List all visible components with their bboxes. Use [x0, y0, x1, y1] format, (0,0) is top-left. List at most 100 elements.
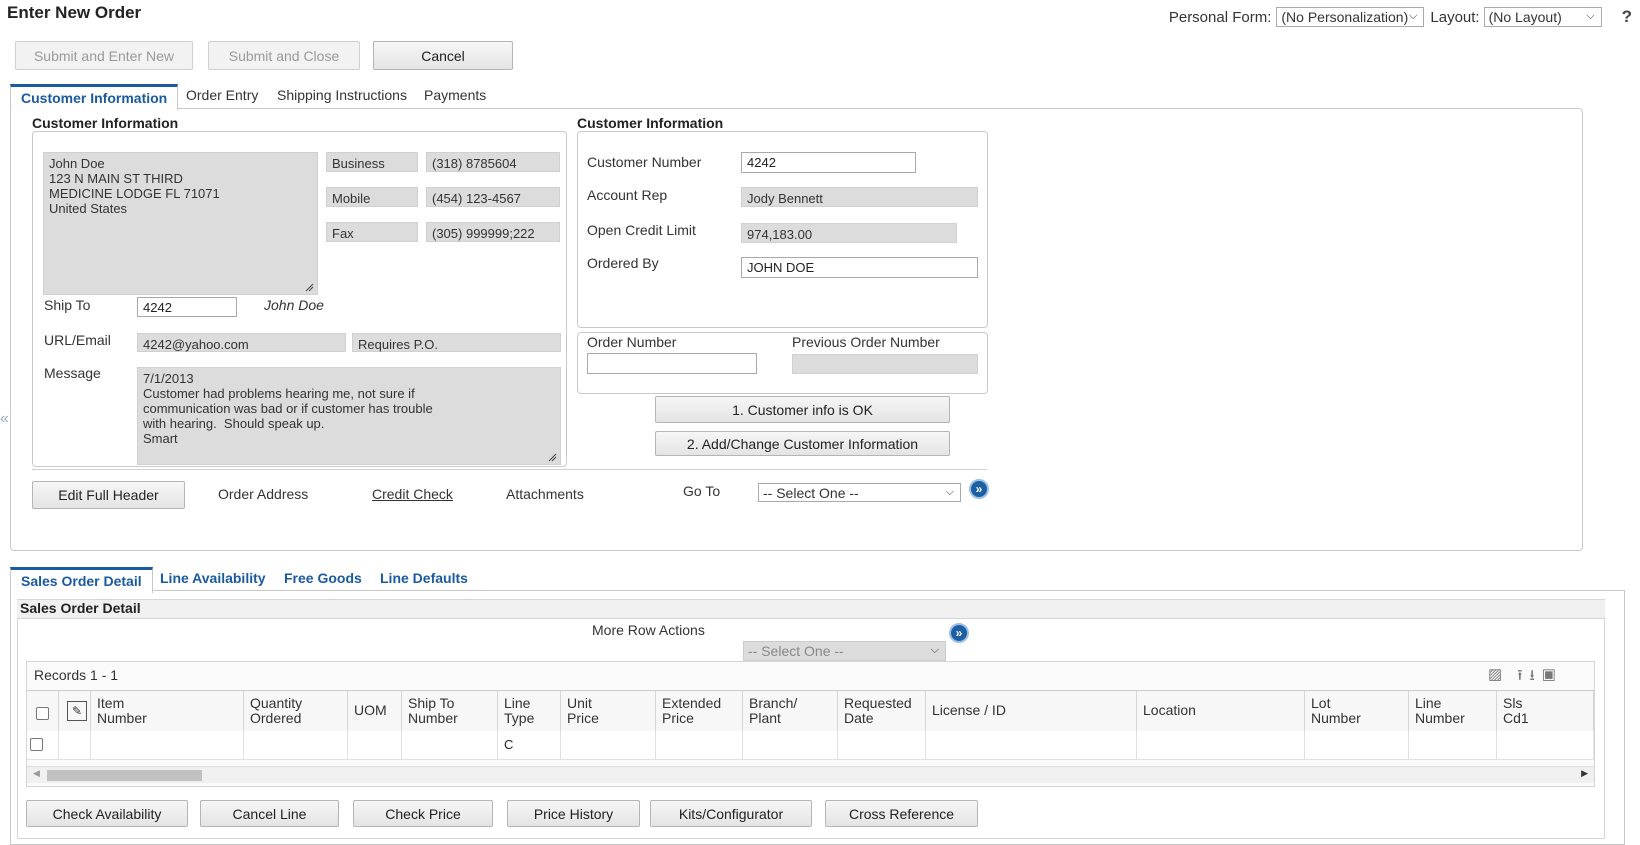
kits-configurator-button[interactable]: Kits/Configurator [650, 800, 812, 827]
edit-full-header-button[interactable]: Edit Full Header [32, 481, 185, 509]
account-rep-value: Jody Bennett [741, 187, 978, 207]
price-history-button[interactable]: Price History [507, 800, 640, 827]
order-address-link[interactable]: Order Address [218, 486, 308, 502]
cell-line-type[interactable]: C [498, 731, 561, 759]
ship-to-name: John Doe [264, 297, 324, 313]
horizontal-scrollbar[interactable]: ◀ ▶ [27, 766, 1594, 783]
col-location[interactable]: Location [1137, 691, 1305, 731]
cancel-button[interactable]: Cancel [373, 41, 513, 70]
col-requested-date[interactable]: Requested Date [838, 691, 926, 731]
tab-line-availability[interactable]: Line Availability [160, 570, 266, 586]
phone-label-business: Business [326, 152, 418, 172]
cell-ship-to-number[interactable] [402, 731, 498, 759]
credit-check-link[interactable]: Credit Check [372, 486, 453, 502]
col-lot-number[interactable]: Lot Number [1305, 691, 1409, 731]
cell-item-number[interactable] [91, 731, 244, 759]
go-arrow-icon[interactable]: » [969, 479, 989, 499]
cell-extended-price[interactable] [656, 731, 743, 759]
export-icon[interactable]: ⭱ [1517, 665, 1522, 687]
check-price-button[interactable]: Check Price [353, 800, 493, 827]
col-uom[interactable]: UOM [348, 691, 402, 731]
chevron-down-icon: ⌵ [1586, 10, 1595, 22]
tab-customer-information[interactable]: Customer Information [10, 84, 179, 110]
cell-branch-plant[interactable] [743, 731, 838, 759]
resize-handle-icon[interactable] [548, 453, 557, 462]
message-label: Message [44, 365, 101, 381]
open-credit-limit-label: Open Credit Limit [587, 222, 696, 238]
scroll-right-icon[interactable]: ▶ [1581, 768, 1588, 779]
tab-order-entry[interactable]: Order Entry [186, 87, 258, 103]
col-sls-cd1[interactable]: Sls Cd1 [1497, 691, 1594, 731]
submit-and-enter-new-button[interactable]: Submit and Enter New [15, 41, 193, 70]
ordered-by-input[interactable]: JOHN DOE [741, 257, 978, 278]
cell-uom[interactable] [348, 731, 402, 759]
row-checkbox[interactable] [30, 738, 43, 751]
cell-license-id[interactable] [926, 731, 1137, 759]
col-line-number[interactable]: Line Number [1409, 691, 1497, 731]
col-license-id[interactable]: License / ID [926, 691, 1137, 731]
import-icon[interactable]: ⭳ [1529, 665, 1534, 687]
phone-value-business: (318) 8785604 [426, 152, 560, 172]
tab-line-defaults[interactable]: Line Defaults [380, 570, 468, 586]
ship-to-input[interactable]: 4242 [137, 297, 237, 317]
personal-form-label: Personal Form: [1168, 8, 1272, 26]
cell-sls-cd1[interactable] [1497, 731, 1594, 759]
grid-tool-icon[interactable]: ▨ [1488, 665, 1502, 687]
cross-reference-button[interactable]: Cross Reference [825, 800, 978, 827]
cell-location[interactable] [1137, 731, 1305, 759]
detail-section-title: Sales Order Detail [20, 600, 141, 616]
requires-po-field: Requires P.O. [352, 333, 561, 352]
ship-to-label: Ship To [44, 297, 91, 313]
go-arrow-icon[interactable]: » [949, 623, 969, 643]
col-unit-price[interactable]: Unit Price [561, 691, 656, 731]
col-item-number[interactable]: Item Number [91, 691, 244, 731]
col-ship-to-number[interactable]: Ship To Number [402, 691, 498, 731]
cell-lot-number[interactable] [1305, 731, 1409, 759]
check-availability-button[interactable]: Check Availability [26, 800, 188, 827]
tab-payments[interactable]: Payments [424, 87, 486, 103]
account-rep-label: Account Rep [587, 187, 668, 203]
edit-grid-icon[interactable]: ✎ [67, 701, 87, 721]
help-icon[interactable]: ? [1622, 7, 1632, 27]
cell-quantity-ordered[interactable] [244, 731, 348, 759]
top-right-bar: Personal Form: (No Personalization) ⌵ La… [1169, 6, 1640, 28]
tab-sales-order-detail[interactable]: Sales Order Detail [10, 567, 153, 593]
layout-select[interactable]: (No Layout) ⌵ [1483, 7, 1602, 27]
submit-and-close-button[interactable]: Submit and Close [208, 41, 360, 70]
select-all-checkbox[interactable] [36, 707, 49, 720]
cancel-line-button[interactable]: Cancel Line [200, 800, 339, 827]
cell-unit-price[interactable] [561, 731, 656, 759]
col-branch-plant[interactable]: Branch/ Plant [743, 691, 838, 731]
address-block: John Doe 123 N MAIN ST THIRD MEDICINE LO… [43, 152, 318, 295]
row-edit-cell [59, 731, 91, 759]
col-extended-price[interactable]: Extended Price [656, 691, 743, 731]
fullscreen-icon[interactable]: ▣ [1542, 665, 1556, 687]
scrollbar-thumb[interactable] [47, 770, 202, 781]
attachments-link[interactable]: Attachments [506, 486, 584, 502]
url-email-label: URL/Email [44, 332, 111, 348]
personal-form-select[interactable]: (No Personalization) ⌵ [1276, 7, 1425, 27]
more-row-actions-select[interactable]: -- Select One -- ⌵ [743, 641, 946, 661]
scroll-left-icon[interactable]: ◀ [33, 768, 40, 779]
tab-free-goods[interactable]: Free Goods [284, 570, 362, 586]
collapse-left-icon[interactable]: « [0, 410, 10, 434]
col-line-type[interactable]: Line Type [498, 691, 561, 731]
cell-requested-date[interactable] [838, 731, 926, 759]
add-change-customer-info-button[interactable]: 2. Add/Change Customer Information [655, 431, 950, 456]
layout-label: Layout: [1430, 8, 1480, 26]
customer-info-ok-button[interactable]: 1. Customer info is OK [655, 396, 950, 423]
more-row-actions-label: More Row Actions [592, 622, 705, 638]
go-to-select[interactable]: -- Select One -- ⌵ [758, 483, 961, 502]
select-all-cell [27, 691, 59, 731]
tab-shipping-instructions[interactable]: Shipping Instructions [277, 87, 407, 103]
records-count: Records 1 - 1 [34, 667, 119, 683]
open-credit-limit-value: 974,183.00 [741, 223, 957, 243]
col-quantity-ordered[interactable]: Quantity Ordered [244, 691, 348, 731]
resize-handle-icon[interactable] [305, 283, 314, 292]
table-row[interactable]: C [27, 731, 1594, 760]
divider [32, 469, 987, 470]
right-panel-title: Customer Information [577, 115, 724, 131]
cell-line-number[interactable] [1409, 731, 1497, 759]
customer-number-input[interactable]: 4242 [741, 152, 916, 173]
order-number-input[interactable] [587, 353, 757, 374]
